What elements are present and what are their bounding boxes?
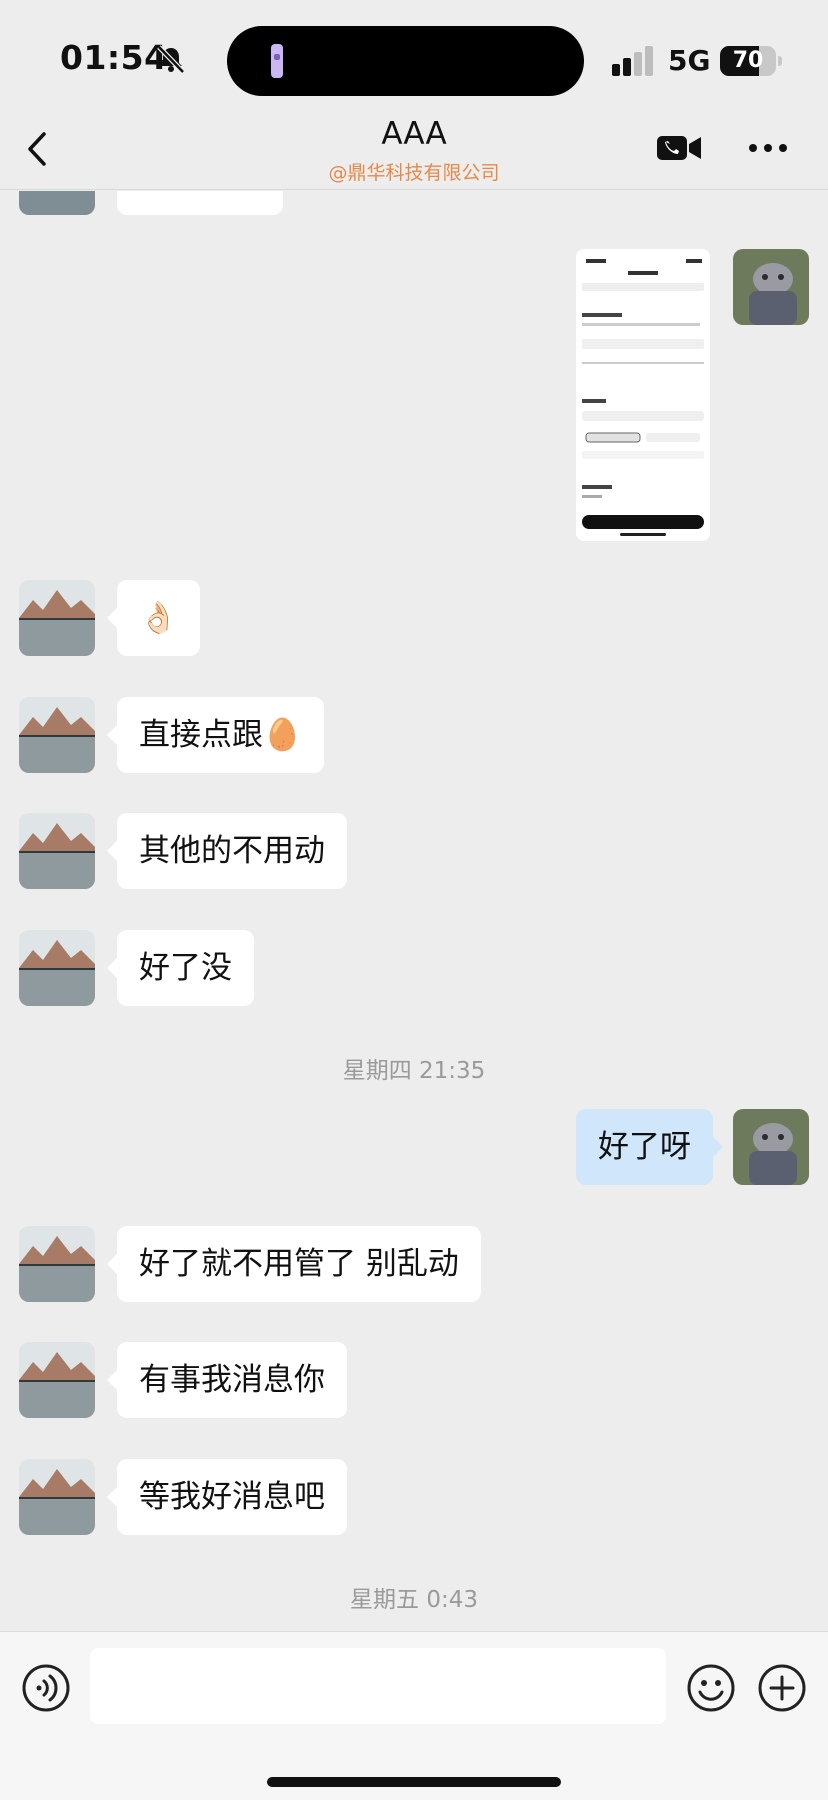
contact-avatar[interactable] [19,697,95,773]
my-avatar[interactable] [733,1109,809,1185]
flashlight-icon [271,44,283,78]
cellular-signal-icon [612,46,653,76]
composer-bar [0,1631,828,1800]
status-time: 01:54 [60,38,168,77]
dynamic-island [227,26,584,96]
bell-muted-icon [157,45,185,74]
image-message[interactable] [576,249,710,541]
battery-icon: 70 [720,46,782,76]
screenshot-thumbnail [576,249,710,541]
contact-avatar[interactable] [19,1342,95,1418]
contact-avatar[interactable] [19,813,95,889]
message-bubble[interactable]: 有事我消息你 [107,1342,347,1418]
video-call-icon[interactable] [656,132,702,164]
message-bubble-partial[interactable] [117,191,283,215]
chat-subtitle: @鼎华科技有限公司 [328,162,500,184]
battery-percent: 70 [732,48,764,73]
time-divider: 星期四 21:35 [342,1058,486,1084]
message-bubble[interactable]: 好了没 [107,930,254,1006]
contact-avatar[interactable] [19,1459,95,1535]
message-bubble[interactable]: 等我好消息吧 [107,1459,347,1535]
message-bubble[interactable]: 直接点跟🥚 [107,697,324,773]
my-avatar[interactable] [733,249,809,325]
contact-avatar[interactable] [19,1226,95,1302]
message-list[interactable]: 👌🏻 直接点跟🥚 其他的不用动 好了没 星期四 21:35 好了呀 好了就不用管… [0,191,828,1631]
more-dots-icon[interactable] [748,142,788,154]
voice-icon[interactable] [21,1663,71,1713]
contact-avatar[interactable] [19,191,95,215]
time-divider: 星期五 0:43 [350,1587,478,1613]
emoji-icon[interactable] [686,1663,736,1713]
chat-title: AAA [381,116,447,152]
message-bubble-outgoing[interactable]: 好了呀 [576,1109,723,1185]
contact-avatar[interactable] [19,580,95,656]
chat-header: AAA @鼎华科技有限公司 [0,108,828,190]
network-type: 5G [668,44,711,77]
home-indicator [267,1777,561,1787]
message-bubble[interactable]: 👌🏻 [107,580,200,656]
contact-avatar[interactable] [19,930,95,1006]
message-bubble[interactable]: 好了就不用管了 别乱动 [107,1226,481,1302]
message-input[interactable] [90,1648,666,1724]
message-bubble[interactable]: 其他的不用动 [107,813,347,889]
plus-circle-icon[interactable] [757,1663,807,1713]
status-bar: 01:54 5G 70 [0,0,828,120]
